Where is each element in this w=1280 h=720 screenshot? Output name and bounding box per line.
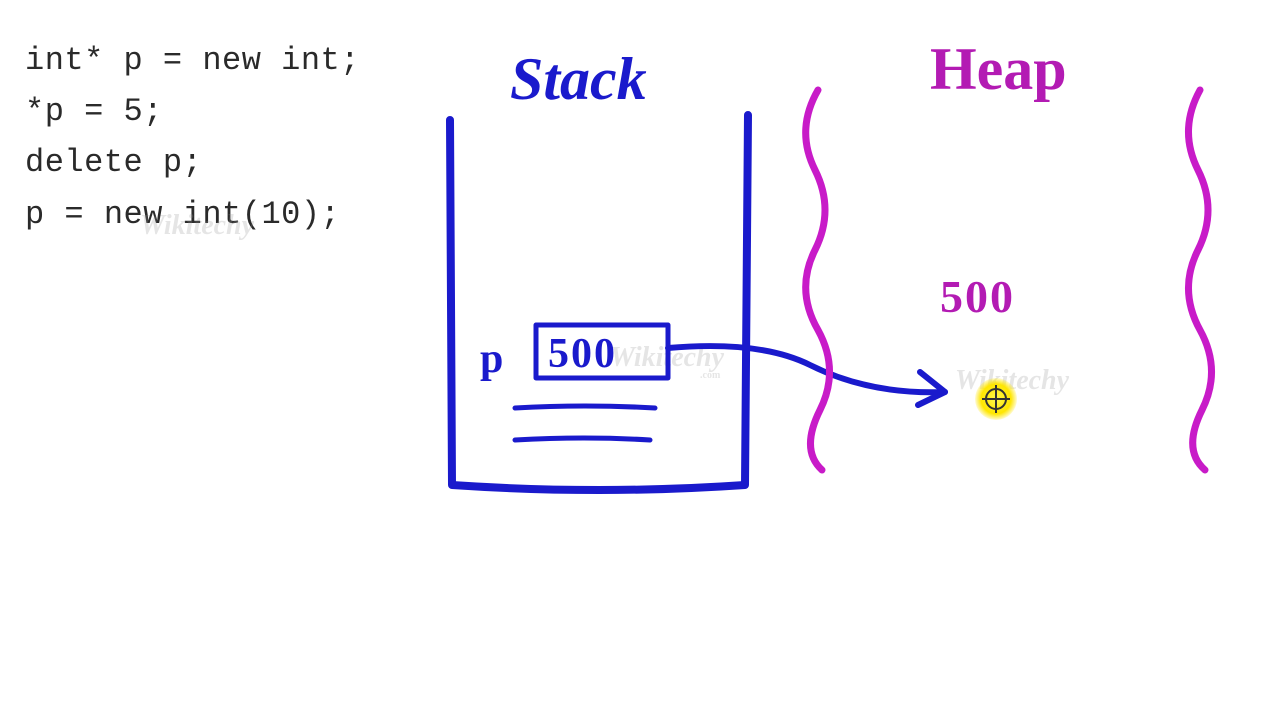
heap-address-label: 500: [940, 270, 1015, 323]
stack-address-value: 500: [548, 330, 617, 378]
crosshair-icon: [985, 388, 1007, 410]
watermark-center: Wikitechy: [610, 342, 724, 374]
code-block: int* p = new int; *p = 5; delete p; p = …: [25, 35, 360, 240]
pointer-var-label: p: [480, 335, 503, 383]
code-line-1: int* p = new int;: [25, 35, 360, 86]
watermark-center-sub: .com: [700, 370, 720, 381]
stack-label: Stack: [510, 45, 647, 114]
cursor-highlight: [975, 378, 1017, 420]
code-line-3: delete p;: [25, 137, 360, 188]
code-line-4: p = new int(10);: [25, 189, 360, 240]
code-line-2: *p = 5;: [25, 86, 360, 137]
heap-label: Heap: [930, 35, 1067, 104]
